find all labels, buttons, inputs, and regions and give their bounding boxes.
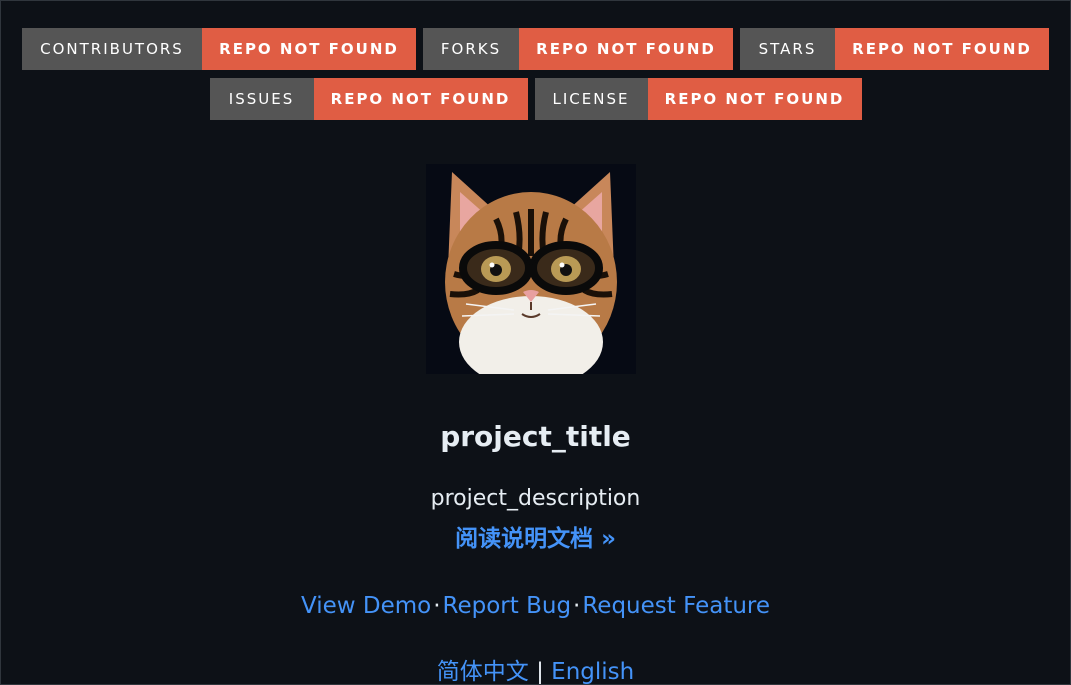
- badge-label: LICENSE: [534, 78, 648, 120]
- chinese-language-link[interactable]: 简体中文: [437, 659, 529, 684]
- link-separator: ·: [573, 593, 581, 619]
- badge-label: CONTRIBUTORS: [22, 28, 202, 70]
- project-links: View Demo·Report Bug·Request Feature: [1, 593, 1070, 619]
- request-feature-link[interactable]: Request Feature: [582, 593, 770, 619]
- cat-logo-image[interactable]: [426, 164, 636, 374]
- issues-badge[interactable]: ISSUES REPO NOT FOUND: [209, 78, 528, 120]
- badge-row-top: CONTRIBUTORS REPO NOT FOUND FORKS REPO N…: [1, 28, 1070, 70]
- badge-value: REPO NOT FOUND: [202, 28, 416, 70]
- badge-row-bottom: ISSUES REPO NOT FOUND LICENSE REPO NOT F…: [1, 78, 1070, 120]
- project-title: project_title: [440, 420, 631, 453]
- badge-value: REPO NOT FOUND: [519, 28, 733, 70]
- badge-value: REPO NOT FOUND: [835, 28, 1049, 70]
- contributors-badge[interactable]: CONTRIBUTORS REPO NOT FOUND: [22, 28, 416, 70]
- readme-page: CONTRIBUTORS REPO NOT FOUND FORKS REPO N…: [0, 0, 1071, 685]
- badge-label: FORKS: [423, 28, 519, 70]
- english-language-link[interactable]: English: [551, 659, 634, 684]
- badge-label: STARS: [740, 28, 835, 70]
- language-separator: |: [536, 659, 544, 685]
- badge-value: REPO NOT FOUND: [647, 78, 862, 120]
- forks-badge[interactable]: FORKS REPO NOT FOUND: [423, 28, 733, 70]
- read-docs-link[interactable]: 阅读说明文档 »: [1, 519, 1070, 553]
- project-description: project_description: [430, 486, 641, 511]
- language-switcher: 简体中文 | English: [1, 652, 1070, 685]
- badge-label: ISSUES: [209, 78, 314, 120]
- badge-value: REPO NOT FOUND: [313, 78, 528, 120]
- stars-badge[interactable]: STARS REPO NOT FOUND: [740, 28, 1049, 70]
- license-badge[interactable]: LICENSE REPO NOT FOUND: [534, 78, 862, 120]
- report-bug-link[interactable]: Report Bug: [443, 593, 572, 619]
- link-separator: ·: [433, 593, 441, 619]
- view-demo-link[interactable]: View Demo: [301, 593, 431, 619]
